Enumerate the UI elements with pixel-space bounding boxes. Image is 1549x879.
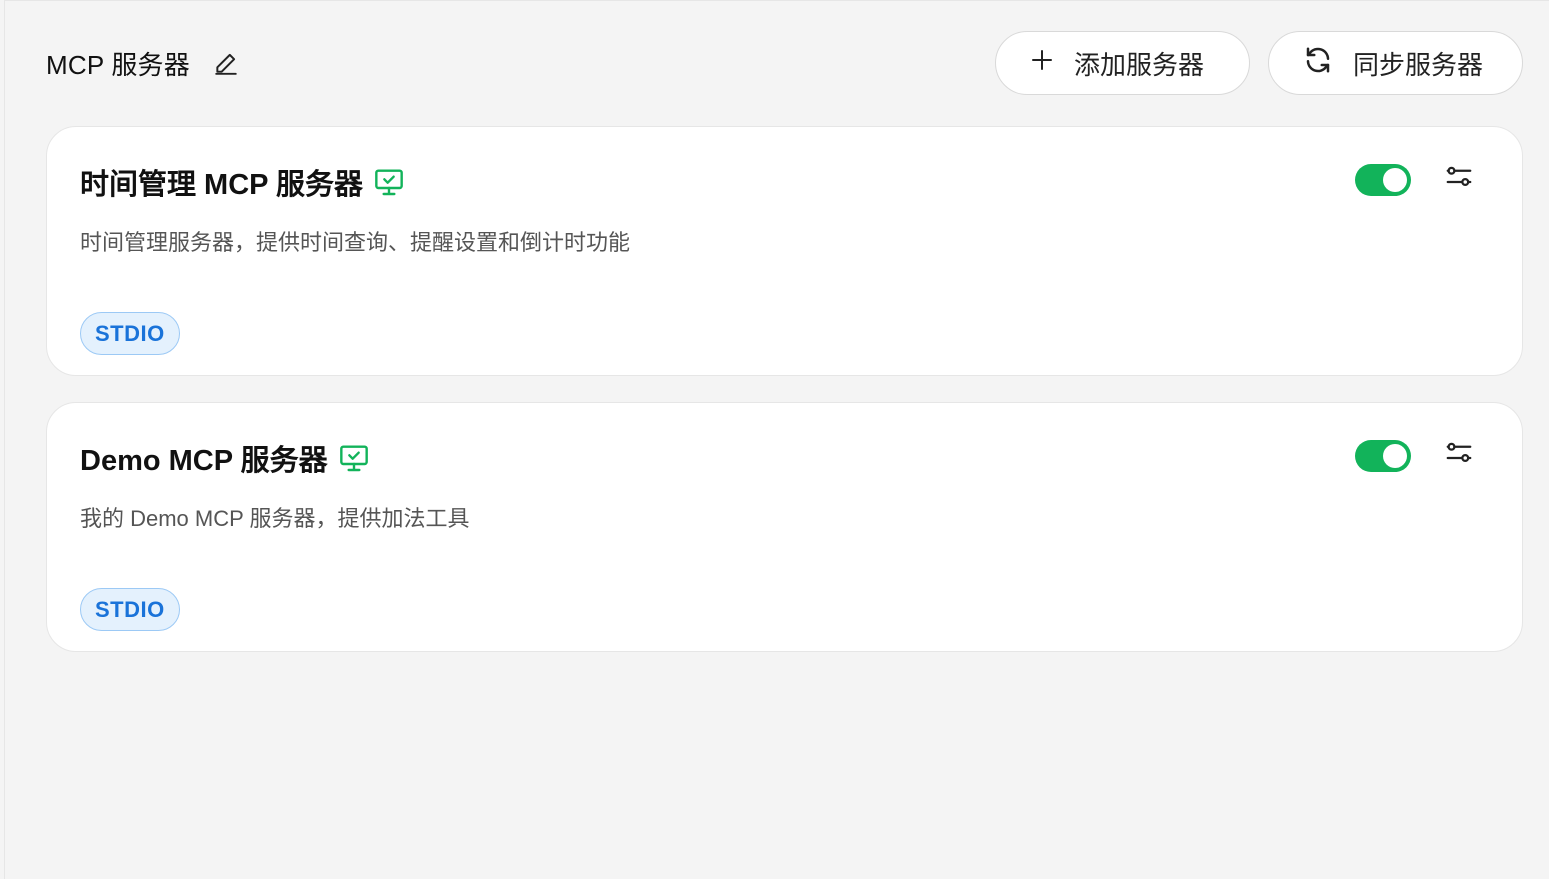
monitor-check-icon — [373, 166, 405, 198]
server-title-row: 时间管理 MCP 服务器 — [80, 161, 405, 203]
sync-servers-label: 同步服务器 — [1353, 49, 1484, 80]
enable-toggle[interactable] — [1355, 440, 1411, 472]
plus-icon — [1030, 48, 1054, 79]
title-wrap: MCP 服务器 — [46, 45, 240, 82]
server-description: 时间管理服务器，提供时间查询、提醒设置和倒计时功能 — [80, 230, 631, 255]
server-title-row: Demo MCP 服务器 — [80, 437, 370, 479]
transport-badge: STDIO — [80, 588, 180, 631]
server-card[interactable]: 时间管理 MCP 服务器 时间管理服务器，提供时间查询、提醒设置和倒计时功能 S… — [46, 126, 1523, 376]
server-name: 时间管理 MCP 服务器 — [80, 169, 364, 201]
enable-toggle[interactable] — [1355, 164, 1411, 196]
server-card[interactable]: Demo MCP 服务器 我的 Demo MCP 服务器，提供加法工具 STDI… — [46, 402, 1523, 652]
toggle-knob — [1383, 444, 1407, 468]
page-title: MCP 服务器 — [46, 49, 190, 80]
server-description: 我的 Demo MCP 服务器，提供加法工具 — [80, 506, 470, 531]
server-name: Demo MCP 服务器 — [80, 445, 328, 477]
sliders-icon[interactable] — [1443, 437, 1475, 469]
transport-badge: STDIO — [80, 312, 180, 355]
sync-servers-button[interactable]: 同步服务器 — [1268, 31, 1523, 95]
page-header: MCP 服务器 添加服务器 同步服务器 — [46, 31, 1523, 95]
monitor-check-icon — [338, 442, 370, 474]
header-actions: 添加服务器 同步服务器 — [995, 31, 1523, 95]
add-server-button[interactable]: 添加服务器 — [995, 31, 1250, 95]
pencil-icon[interactable] — [212, 49, 240, 77]
add-server-label: 添加服务器 — [1074, 49, 1205, 80]
mcp-servers-page: MCP 服务器 添加服务器 同步服务器 时间管理 MCP 服务器 时间管理服务器… — [4, 0, 1549, 879]
refresh-icon — [1303, 45, 1333, 82]
toggle-knob — [1383, 168, 1407, 192]
sliders-icon[interactable] — [1443, 161, 1475, 193]
